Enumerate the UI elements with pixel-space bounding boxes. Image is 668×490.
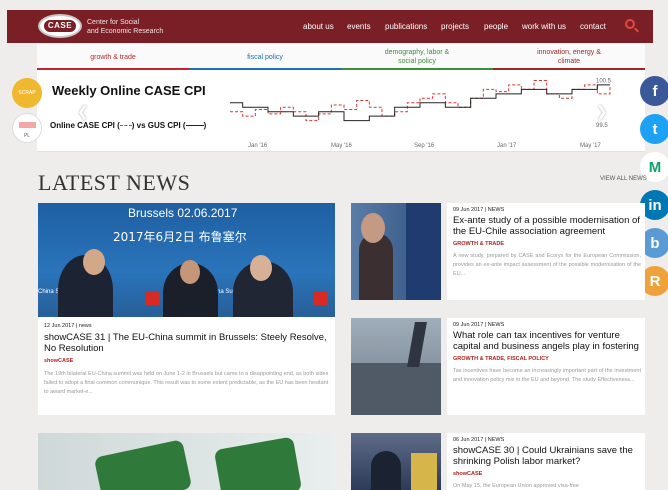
article-headline[interactable]: Ex-ante study of a possible modernisatio… — [453, 215, 643, 237]
nav-work-with-us[interactable]: work with us — [522, 22, 566, 31]
person-head — [180, 260, 200, 284]
article-meta: 09 Jun 2017 | NEWS — [453, 207, 505, 213]
article-headline[interactable]: showCASE 31 | The EU-China summit in Bru… — [44, 332, 329, 354]
person-figure — [371, 451, 401, 490]
logo-decoration — [213, 436, 303, 490]
person-figure — [359, 233, 393, 300]
cpi-line-chart: Jan '16 May '16 Sep '16 Jan '17 May '17 100.5… — [230, 78, 612, 149]
facebook-icon[interactable]: f — [640, 76, 668, 106]
article-excerpt: Tax incentives have become an increasing… — [453, 368, 641, 383]
scrap-badge-icon: SCRAP — [12, 78, 42, 108]
x-tick-label: May '17 — [580, 143, 601, 149]
category-label: demography, labor & social policy — [384, 49, 450, 65]
legend-red-dashed — [119, 125, 132, 127]
category-growth-trade[interactable]: growth & trade — [37, 44, 189, 70]
article-tag[interactable]: showCASE — [44, 358, 73, 364]
news-image-ukraine[interactable] — [351, 433, 441, 490]
image-caption-2: 2017年6月2日 布鲁塞尔 — [113, 230, 247, 244]
twitter-icon[interactable]: t — [640, 114, 668, 144]
brand-line-2: and Economic Research — [87, 28, 164, 35]
nav-about-us[interactable]: about us — [303, 22, 334, 31]
person-head — [361, 213, 385, 243]
top-navbar: CASE Center for Social and Economic Rese… — [7, 10, 653, 43]
news-card[interactable]: 09 Jun 2017 | NEWS Ex-ante study of a po… — [447, 203, 645, 300]
latest-news-heading: LATEST NEWS — [38, 170, 191, 195]
news-image-tus[interactable] — [38, 433, 335, 490]
poland-flag-icon: PL — [12, 113, 42, 143]
brand-name[interactable]: Center for Social and Economic Research — [87, 18, 163, 36]
logo-text: CASE — [44, 20, 76, 32]
x-tick-label: Jan '17 — [497, 143, 517, 149]
article-meta: 12 Jun 2017 | news — [44, 323, 92, 329]
article-excerpt: The 19th bilateral EU-China summit was h… — [44, 371, 329, 395]
view-all-news-link[interactable]: VIEW ALL NEWS — [600, 176, 647, 182]
nav-projects[interactable]: projects — [441, 22, 469, 31]
brand-line-1: Center for Social — [87, 19, 140, 26]
category-bar: growth & trade fiscal policy demography,… — [37, 44, 645, 70]
article-headline[interactable]: showCASE 30 | Could Ukrainians save the … — [453, 445, 643, 467]
category-label: growth & trade — [90, 53, 136, 61]
article-meta: 06 Jun 2017 | NEWS — [453, 437, 505, 443]
scrap-badge-label: SCRAP — [18, 90, 36, 96]
legend-text-mid: ) vs GUS CPI ( — [131, 121, 186, 130]
category-label: fiscal policy — [247, 53, 283, 61]
flag-decoration — [411, 453, 437, 490]
category-label: innovation, energy & climate — [537, 49, 601, 65]
legend-text-a: Online CASE CPI ( — [50, 121, 120, 130]
article-tag[interactable]: GROWTH & TRADE — [453, 241, 504, 247]
feature-image[interactable]: Brussels 02.06.2017 2017年6月2日 布鲁塞尔 China… — [38, 203, 335, 317]
x-tick-label: Jan '16 — [248, 143, 268, 149]
news-card[interactable]: 06 Jun 2017 | NEWS showCASE 30 | Could U… — [447, 433, 645, 490]
article-meta: 09 Jun 2017 | NEWS — [453, 322, 505, 328]
nav-people[interactable]: people — [484, 22, 508, 31]
article-excerpt: On May 15, the European Union approved v… — [453, 483, 579, 489]
y-tick-label: 99.5 — [596, 123, 608, 129]
chart-legend: Online CASE CPI ( ) vs GUS CPI () — [50, 121, 206, 130]
flag-decoration — [314, 291, 328, 305]
article-excerpt: A new study, prepared by CASE and Ecorys… — [453, 253, 641, 277]
series-line-1 — [230, 84, 610, 122]
series-line-0 — [230, 79, 611, 122]
case-logo[interactable]: CASE — [38, 14, 82, 38]
building-facade — [351, 363, 441, 415]
article-headline[interactable]: What role can tax incentives for venture… — [453, 330, 643, 352]
feature-card[interactable]: 12 Jun 2017 | news showCASE 31 | The EU-… — [38, 317, 335, 415]
flag-label: PL — [23, 133, 31, 139]
y-tick-label: 100.5 — [596, 78, 612, 84]
nav-contact[interactable]: contact — [580, 22, 606, 31]
slider-prev-icon[interactable]: ❮ — [77, 104, 89, 120]
logo-decoration — [93, 439, 193, 490]
legend-black-solid — [185, 125, 204, 127]
flag-decoration — [146, 291, 160, 305]
news-image-eu-chile[interactable] — [351, 203, 441, 300]
news-image-parliament[interactable] — [351, 318, 441, 415]
banner-title: Weekly Online CASE CPI — [52, 83, 206, 98]
nav-events[interactable]: events — [347, 22, 371, 31]
x-tick-label: Sep '16 — [414, 143, 435, 149]
eu-flag-backdrop — [406, 203, 441, 300]
category-innovation-energy[interactable]: innovation, energy & climate — [493, 44, 645, 70]
person-head — [83, 249, 105, 275]
flag-decoration — [407, 322, 427, 367]
person-head — [250, 255, 272, 281]
nav-publications[interactable]: publications — [385, 22, 427, 31]
category-demography-labor[interactable]: demography, labor & social policy — [341, 44, 493, 70]
legend-text-end: ) — [203, 121, 207, 130]
article-tag[interactable]: GROWTH & TRADE, FISCAL POLICY — [453, 356, 549, 362]
article-tag[interactable]: showCASE — [453, 471, 482, 477]
image-caption-1: Brussels 02.06.2017 — [128, 206, 238, 220]
x-tick-label: May '16 — [331, 143, 352, 149]
news-card[interactable]: 09 Jun 2017 | NEWS What role can tax inc… — [447, 318, 645, 415]
flag-stripe — [19, 122, 36, 128]
category-fiscal-policy[interactable]: fiscal policy — [189, 44, 341, 70]
search-icon[interactable] — [625, 19, 635, 29]
